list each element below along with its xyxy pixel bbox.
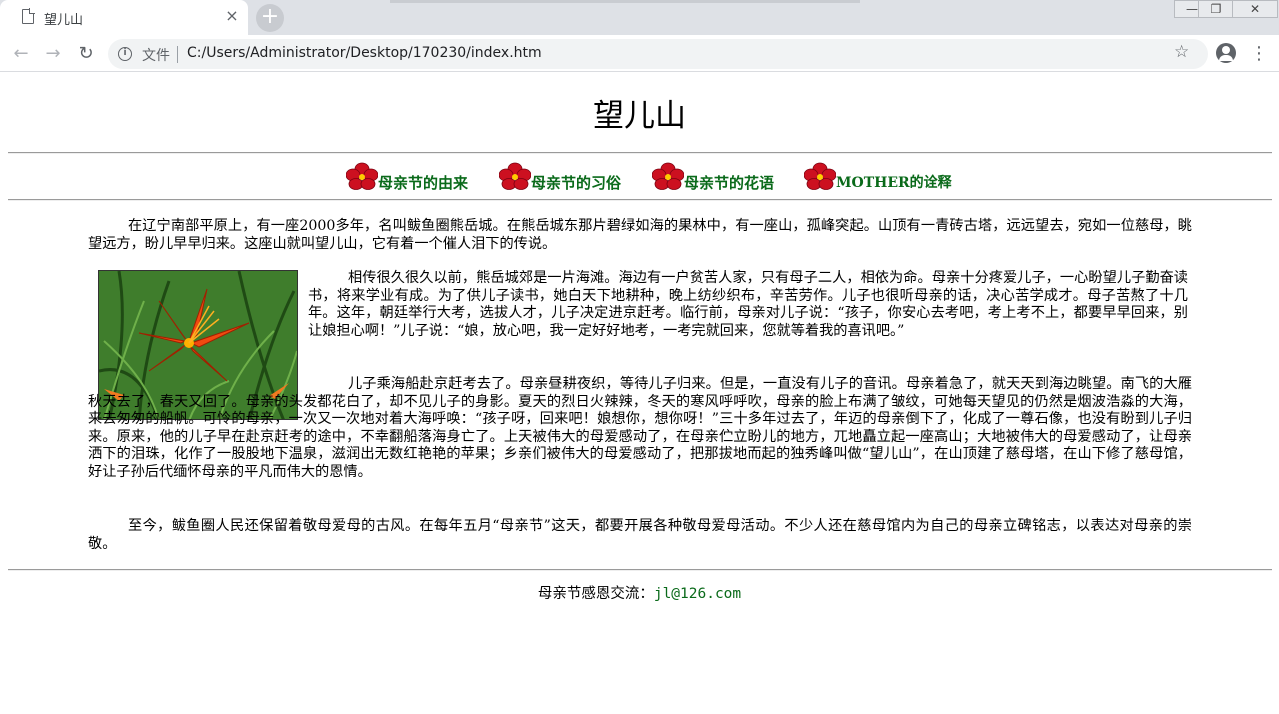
story-paragraph: 儿子乘海船赴京赶考去了。母亲昼耕夜织，等待儿子归来。但是，一直没有儿子的音讯。母… [88,376,1192,481]
back-button[interactable]: ← [9,42,33,66]
nav-link-flower-language[interactable]: 母亲节的花语 [684,172,774,193]
flower-icon [652,162,684,190]
browser-tab[interactable]: 望儿山 × [0,0,248,35]
address-url[interactable]: C:/Users/Administrator/Desktop/170230/in… [187,45,542,61]
document-icon [22,8,35,24]
maximize-button[interactable]: ❐ [1198,0,1234,18]
footer-label: 母亲节感恩交流： [537,586,654,602]
nav-link-mother-meaning[interactable]: MOTHER的诠释 [836,172,952,192]
title-bar-ghost [390,0,860,3]
nav-bar: 母亲节的由来 母亲节的习俗 母亲节的花语 MOTHER的诠释 [0,160,1279,194]
footer-email[interactable]: jl@126.com [654,586,741,602]
forward-button[interactable]: → [41,42,65,66]
info-icon[interactable]: i [118,47,132,61]
title-bar: 望儿山 × + — ❐ ✕ [0,0,1279,35]
close-tab-icon[interactable]: × [222,6,242,26]
intro-paragraph: 在辽宁南部平原上，有一座2000多年，名叫鲅鱼圈熊岳城。在熊岳城东那片碧绿如海的… [88,218,1192,252]
reload-button[interactable]: ↻ [74,42,98,66]
nav-link-customs[interactable]: 母亲节的习俗 [531,172,621,193]
footer-divider [8,569,1272,571]
menu-icon[interactable]: ⋮ [1249,42,1269,66]
account-icon[interactable] [1216,43,1236,63]
nav-divider [8,199,1272,201]
page-title: 望儿山 [593,98,686,134]
tab-title: 望儿山 [44,13,84,28]
flower-icon [346,162,378,190]
bookmark-star-icon[interactable]: ☆ [1174,42,1189,62]
new-tab-button[interactable]: + [256,4,284,32]
address-scheme-label: 文件 [142,48,170,64]
flower-icon [804,162,836,190]
nav-link-origin[interactable]: 母亲节的由来 [378,172,468,193]
page-content: 望儿山 母亲节的由来 母亲节的习俗 母亲节的花语 MOTHER的诠释 在辽宁南部… [0,72,1279,714]
footer: 母亲节感恩交流：jl@126.com [0,582,1279,603]
address-bar[interactable]: i 文件 C:/Users/Administrator/Desktop/1702… [108,39,1208,69]
flower-icon [499,162,531,190]
story-paragraph-text: 儿子乘海船赴京赶考去了。母亲昼耕夜织，等待儿子归来。但是，一直没有儿子的音讯。母… [88,376,1192,480]
browser-toolbar: ← → ↻ i 文件 C:/Users/Administrator/Deskto… [0,35,1279,72]
top-divider [8,152,1272,154]
address-separator [177,46,178,63]
closing-paragraph: 至今，鲅鱼圈人民还保留着敬母爱母的古风。在每年五月“母亲节”这天，都要开展各种敬… [88,518,1192,552]
window-close-button[interactable]: ✕ [1232,0,1278,18]
legend-paragraph: 相传很久很久以前，熊岳城郊是一片海滩。海边有一户贫苦人家，只有母子二人，相依为命… [308,270,1188,339]
